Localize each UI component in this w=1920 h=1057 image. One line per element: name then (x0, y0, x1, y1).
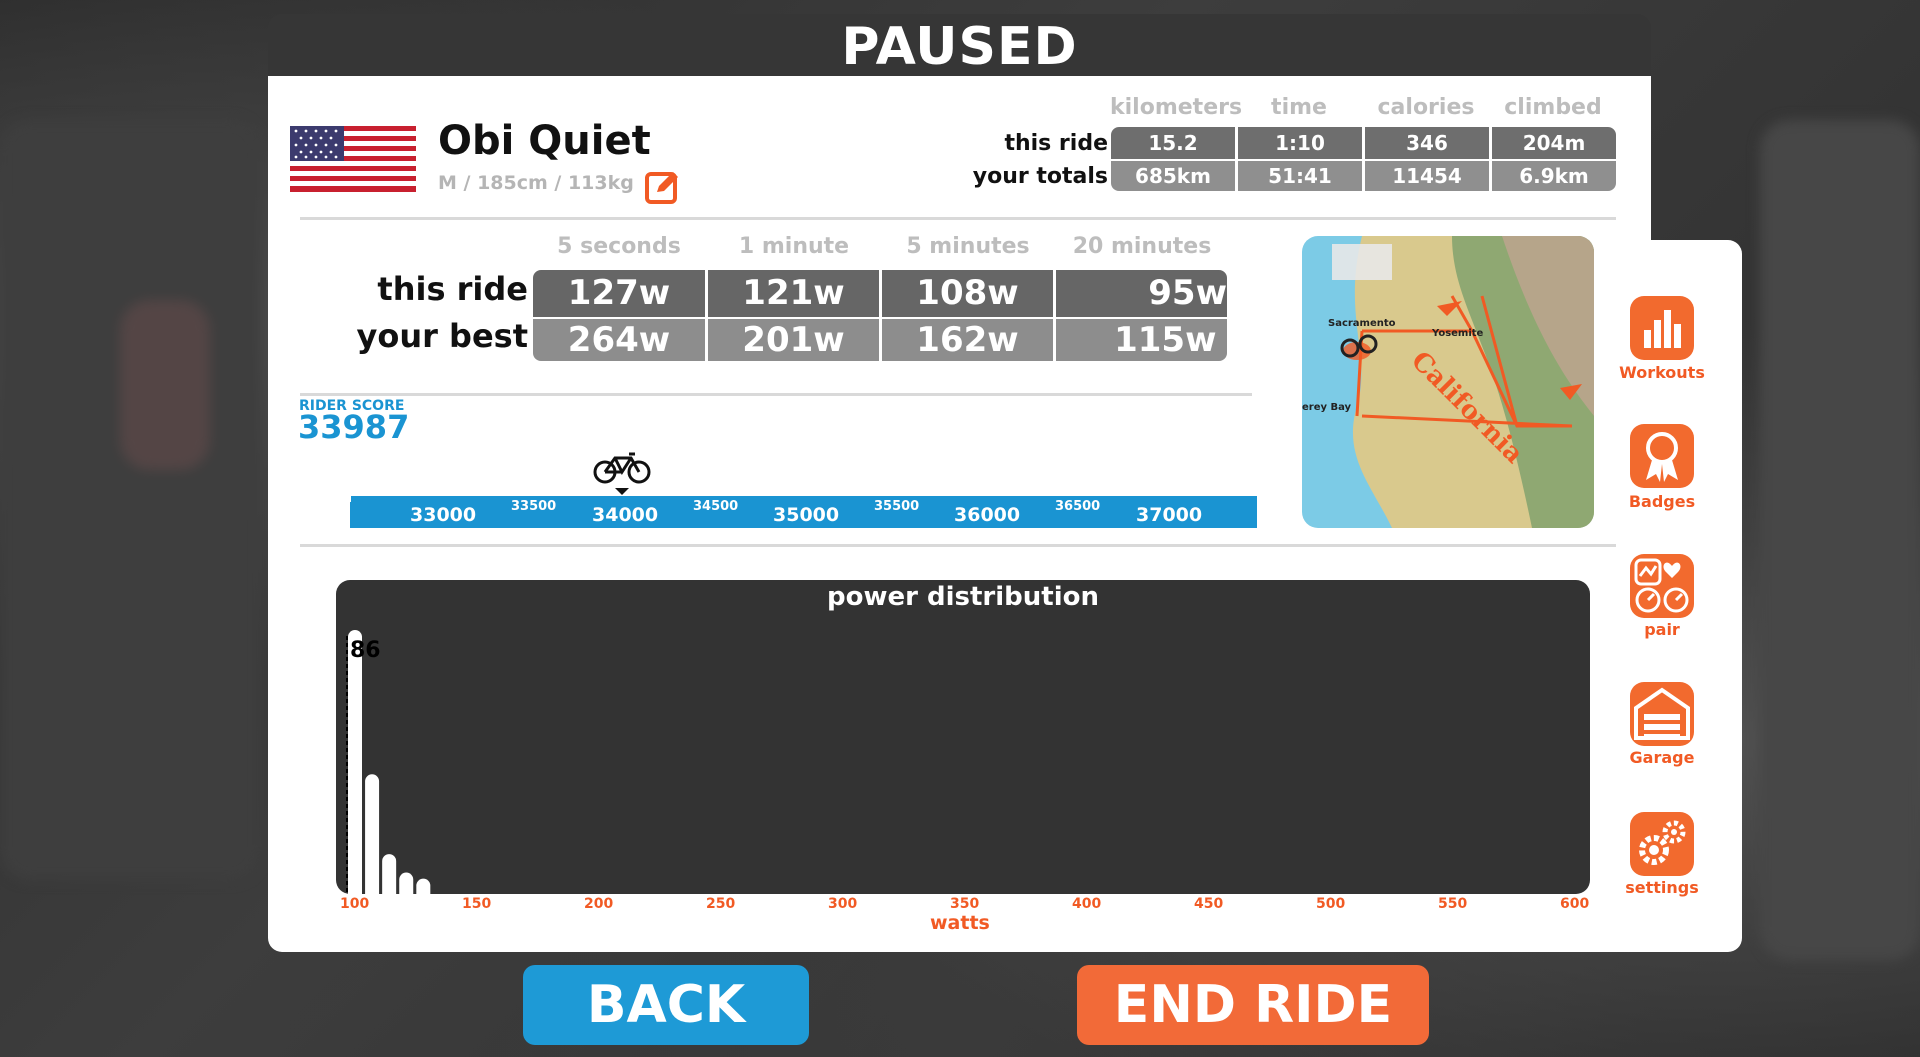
background-right (1760, 120, 1920, 960)
power-this-ride-20m: 95w (1056, 270, 1227, 317)
chart-x-tick: 300 (828, 896, 858, 912)
scale-tick-minor: 36500 (1055, 499, 1101, 514)
stat-this-ride-climbed: 204m (1492, 127, 1616, 159)
stat-this-ride-km: 15.2 (1111, 127, 1235, 159)
pair-button[interactable] (1630, 554, 1694, 618)
chart-bar (365, 774, 380, 894)
paused-title: PAUSED (268, 14, 1651, 77)
divider (300, 393, 1252, 396)
chart-x-tick: 400 (1072, 896, 1102, 912)
scale-tick: 36000 (954, 504, 1021, 526)
stat-totals-climbed: 6.9km (1492, 161, 1616, 191)
scale-tick: 34000 (592, 504, 659, 526)
chart-x-tick: 100 (340, 896, 370, 912)
power-col-5s: 5 seconds (557, 234, 681, 259)
garage-button[interactable] (1630, 682, 1694, 746)
scale-tick-minor: 33500 (511, 499, 557, 514)
chart-x-tick: 450 (1194, 896, 1224, 912)
power-col-20m: 20 minutes (1072, 234, 1212, 259)
rider-score-scale: 33000 33500 34000 34500 35000 35500 3600… (350, 496, 1257, 528)
scale-tick-minor: 34500 (693, 499, 739, 514)
settings-label[interactable]: settings (1600, 878, 1724, 897)
chart-x-tick: 600 (1560, 896, 1590, 912)
power-this-ride-5s: 127w (533, 270, 705, 317)
back-button[interactable]: BACK (523, 965, 809, 1045)
stat-this-ride-time: 1:10 (1238, 127, 1362, 159)
power-col-5m: 5 minutes (906, 234, 1030, 259)
chart-x-tick: 250 (706, 896, 736, 912)
scale-tick-minor: 35500 (874, 499, 920, 514)
scale-tick: 35000 (773, 504, 840, 526)
scale-tick: 37000 (1136, 504, 1203, 526)
edit-profile-icon[interactable] (645, 168, 681, 204)
power-best-5m: 162w (882, 319, 1053, 361)
garage-label[interactable]: Garage (1600, 748, 1724, 767)
stats-col-climbed: climbed (1504, 95, 1602, 120)
divider (300, 217, 1616, 220)
stats-row-your-totals: your totals (972, 164, 1108, 189)
gears-icon (1639, 820, 1686, 865)
stat-totals-km: 685km (1111, 161, 1235, 191)
bar-chart-icon (1644, 310, 1681, 348)
power-row-this-ride: this ride (377, 270, 528, 308)
chart-x-tick: 500 (1316, 896, 1346, 912)
route-map[interactable]: Sacramento Yosemite erey Bay California (1302, 236, 1594, 528)
map-label-yosemite: Yosemite (1431, 328, 1484, 339)
badges-label[interactable]: Badges (1600, 492, 1724, 511)
pair-label[interactable]: pair (1600, 620, 1724, 639)
us-flag-icon (290, 126, 416, 192)
power-this-ride-5m: 108w (882, 270, 1053, 317)
ribbon-badge-icon (1646, 432, 1678, 482)
stats-col-kilometers: kilometers (1110, 95, 1243, 120)
badges-button[interactable] (1630, 424, 1694, 488)
stats-row-this-ride: this ride (1004, 131, 1108, 156)
power-col-1m: 1 minute (738, 234, 850, 259)
background-left (0, 120, 260, 880)
stat-totals-time: 51:41 (1238, 161, 1362, 191)
stats-col-calories: calories (1377, 95, 1475, 120)
chart-x-tick: 550 (1438, 896, 1468, 912)
stat-this-ride-calories: 346 (1365, 127, 1489, 159)
rider-name: Obi Quiet (438, 118, 651, 164)
chart-data-label: 86 (350, 638, 381, 663)
chart-x-tick: 150 (462, 896, 492, 912)
workouts-label[interactable]: Workouts (1600, 363, 1724, 382)
background-detail (120, 300, 210, 470)
scale-tick: 33000 (410, 504, 477, 526)
pair-sensors-icon (1634, 558, 1689, 613)
chart-bar (416, 878, 431, 894)
chart-x-tick: 200 (584, 896, 614, 912)
chart-bar (348, 630, 362, 894)
map-label-bay: erey Bay (1302, 402, 1352, 413)
power-best-1m: 201w (708, 319, 879, 361)
end-ride-button[interactable]: END RIDE (1077, 965, 1429, 1045)
stat-totals-calories: 11454 (1365, 161, 1489, 191)
rider-details: M / 185cm / 113kg (438, 172, 634, 194)
chart-x-label: watts (930, 912, 990, 934)
garage-icon (1634, 687, 1690, 740)
power-this-ride-20m-value: 95w (1148, 273, 1227, 313)
chart-bar (399, 872, 414, 894)
power-distribution-bars: 86 (346, 630, 431, 894)
power-row-your-best: your best (356, 317, 529, 355)
rider-score-value: 33987 (298, 408, 410, 446)
settings-button[interactable] (1630, 812, 1694, 876)
map-label-sacramento: Sacramento (1328, 318, 1396, 329)
divider (300, 544, 1616, 547)
power-best-5s: 264w (533, 319, 705, 361)
power-best-20m-value: 115w (1114, 320, 1217, 360)
california-map-image: Sacramento Yosemite erey Bay California (1302, 236, 1594, 528)
chart-x-tick: 350 (950, 896, 980, 912)
power-this-ride-1m: 121w (708, 270, 879, 317)
workouts-button[interactable] (1630, 296, 1694, 360)
stats-col-time: time (1271, 95, 1327, 120)
bike-marker-icon (593, 452, 651, 495)
chart-bar (382, 854, 397, 894)
power-best-20m: 115w (1056, 319, 1227, 361)
